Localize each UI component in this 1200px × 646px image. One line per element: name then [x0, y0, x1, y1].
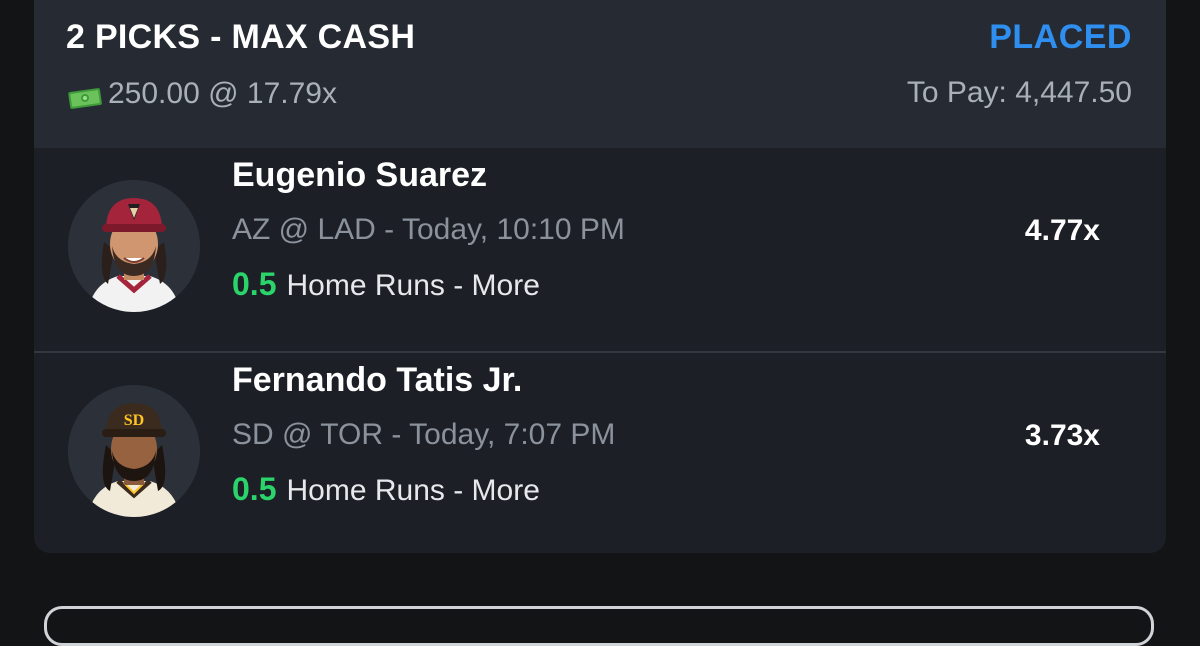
prop-line: 0.5 Home Runs - More [232, 471, 540, 508]
stat-label: Home Runs - More [286, 474, 540, 507]
prop-line: 0.5 Home Runs - More [232, 266, 540, 303]
status-badge: PLACED [989, 18, 1132, 56]
player-headshot-icon [68, 180, 200, 312]
player-name: Eugenio Suarez [232, 156, 488, 194]
pick-row[interactable]: Eugenio Suarez AZ @ LAD - Today, 10:10 P… [34, 148, 1166, 352]
game-time: - Today, 10:10 PM [375, 213, 625, 246]
game-info: SD @ TOR - Today, 7:07 PM [232, 418, 615, 452]
to-pay-amount: To Pay: 4,447.50 [906, 76, 1132, 109]
matchup: SD @ TOR [232, 418, 384, 451]
pick-row[interactable]: SD Fernando Tatis Jr. SD @ TOR - Today, … [34, 353, 1166, 553]
money-bill-icon [68, 83, 102, 109]
stake-row: 250.00 @ 17.79x [68, 76, 337, 112]
slip-title: 2 PICKS - MAX CASH [66, 18, 416, 56]
player-name: Fernando Tatis Jr. [232, 361, 523, 399]
matchup: AZ @ LAD [232, 213, 376, 246]
player-headshot-icon: SD [68, 385, 200, 517]
pick-multiplier: 3.73x [1024, 419, 1100, 452]
bottom-action-button[interactable] [44, 606, 1154, 646]
stake-amount: 250.00 @ 17.79x [108, 77, 337, 110]
slip-header: 2 PICKS - MAX CASH PLACED 250.00 @ 17.79… [34, 0, 1166, 148]
svg-text:SD: SD [124, 412, 144, 429]
line-value: 0.5 [232, 266, 277, 302]
game-time: - Today, 7:07 PM [383, 418, 616, 451]
pick-multiplier: 4.77x [1024, 214, 1100, 247]
line-value: 0.5 [232, 471, 277, 507]
game-info: AZ @ LAD - Today, 10:10 PM [232, 213, 625, 247]
stat-label: Home Runs - More [286, 269, 540, 302]
bet-slip-card[interactable]: 2 PICKS - MAX CASH PLACED 250.00 @ 17.79… [34, 0, 1166, 553]
